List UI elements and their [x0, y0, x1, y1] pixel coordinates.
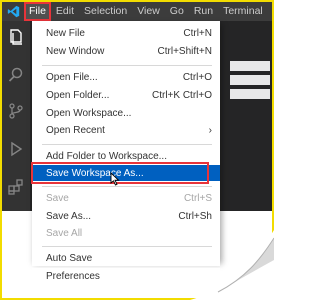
menu-terminal[interactable]: Terminal: [218, 2, 268, 21]
editor-background-panel: [230, 61, 270, 103]
page-curl-decoration: [190, 230, 274, 300]
menu-separator: [42, 144, 212, 145]
extensions-icon[interactable]: [6, 177, 26, 197]
menu-item-save-workspace-as[interactable]: Save Workspace As...: [32, 165, 220, 181]
chevron-right-icon: ›: [208, 124, 212, 136]
menu-edit[interactable]: Edit: [51, 2, 79, 21]
menu-item-open-file[interactable]: Open File... Ctrl+O: [32, 69, 220, 85]
menu-go[interactable]: Go: [165, 2, 189, 21]
menu-selection[interactable]: Selection: [79, 2, 132, 21]
menu-separator: [42, 246, 212, 247]
menu-item-new-window[interactable]: New Window Ctrl+Shift+N: [32, 43, 220, 59]
menu-view[interactable]: View: [132, 2, 165, 21]
menu-separator: [42, 65, 212, 66]
menu-item-add-folder-to-workspace[interactable]: Add Folder to Workspace...: [32, 148, 220, 164]
search-icon[interactable]: [6, 65, 26, 85]
run-debug-icon[interactable]: [6, 139, 26, 159]
activity-bar: [2, 21, 30, 211]
menu-item-open-folder[interactable]: Open Folder... Ctrl+K Ctrl+O: [32, 87, 220, 103]
menu-run[interactable]: Run: [189, 2, 218, 21]
source-control-icon[interactable]: [6, 101, 26, 121]
mouse-cursor-icon: [110, 171, 120, 191]
menu-bar: File Edit Selection View Go Run Terminal: [2, 2, 272, 21]
menu-file[interactable]: File: [24, 2, 51, 21]
file-menu-dropdown: New File Ctrl+N New Window Ctrl+Shift+N …: [32, 21, 220, 261]
vscode-logo-icon: [2, 2, 24, 21]
menu-item-new-file[interactable]: New File Ctrl+N: [32, 25, 220, 41]
menu-item-open-workspace[interactable]: Open Workspace...: [32, 105, 220, 121]
explorer-icon[interactable]: [6, 27, 26, 47]
menu-item-save-as[interactable]: Save As... Ctrl+Sh: [32, 208, 220, 224]
menu-separator: [42, 186, 212, 187]
menu-item-save[interactable]: Save Ctrl+S: [32, 190, 220, 206]
menu-item-open-recent[interactable]: Open Recent ›: [32, 122, 220, 138]
